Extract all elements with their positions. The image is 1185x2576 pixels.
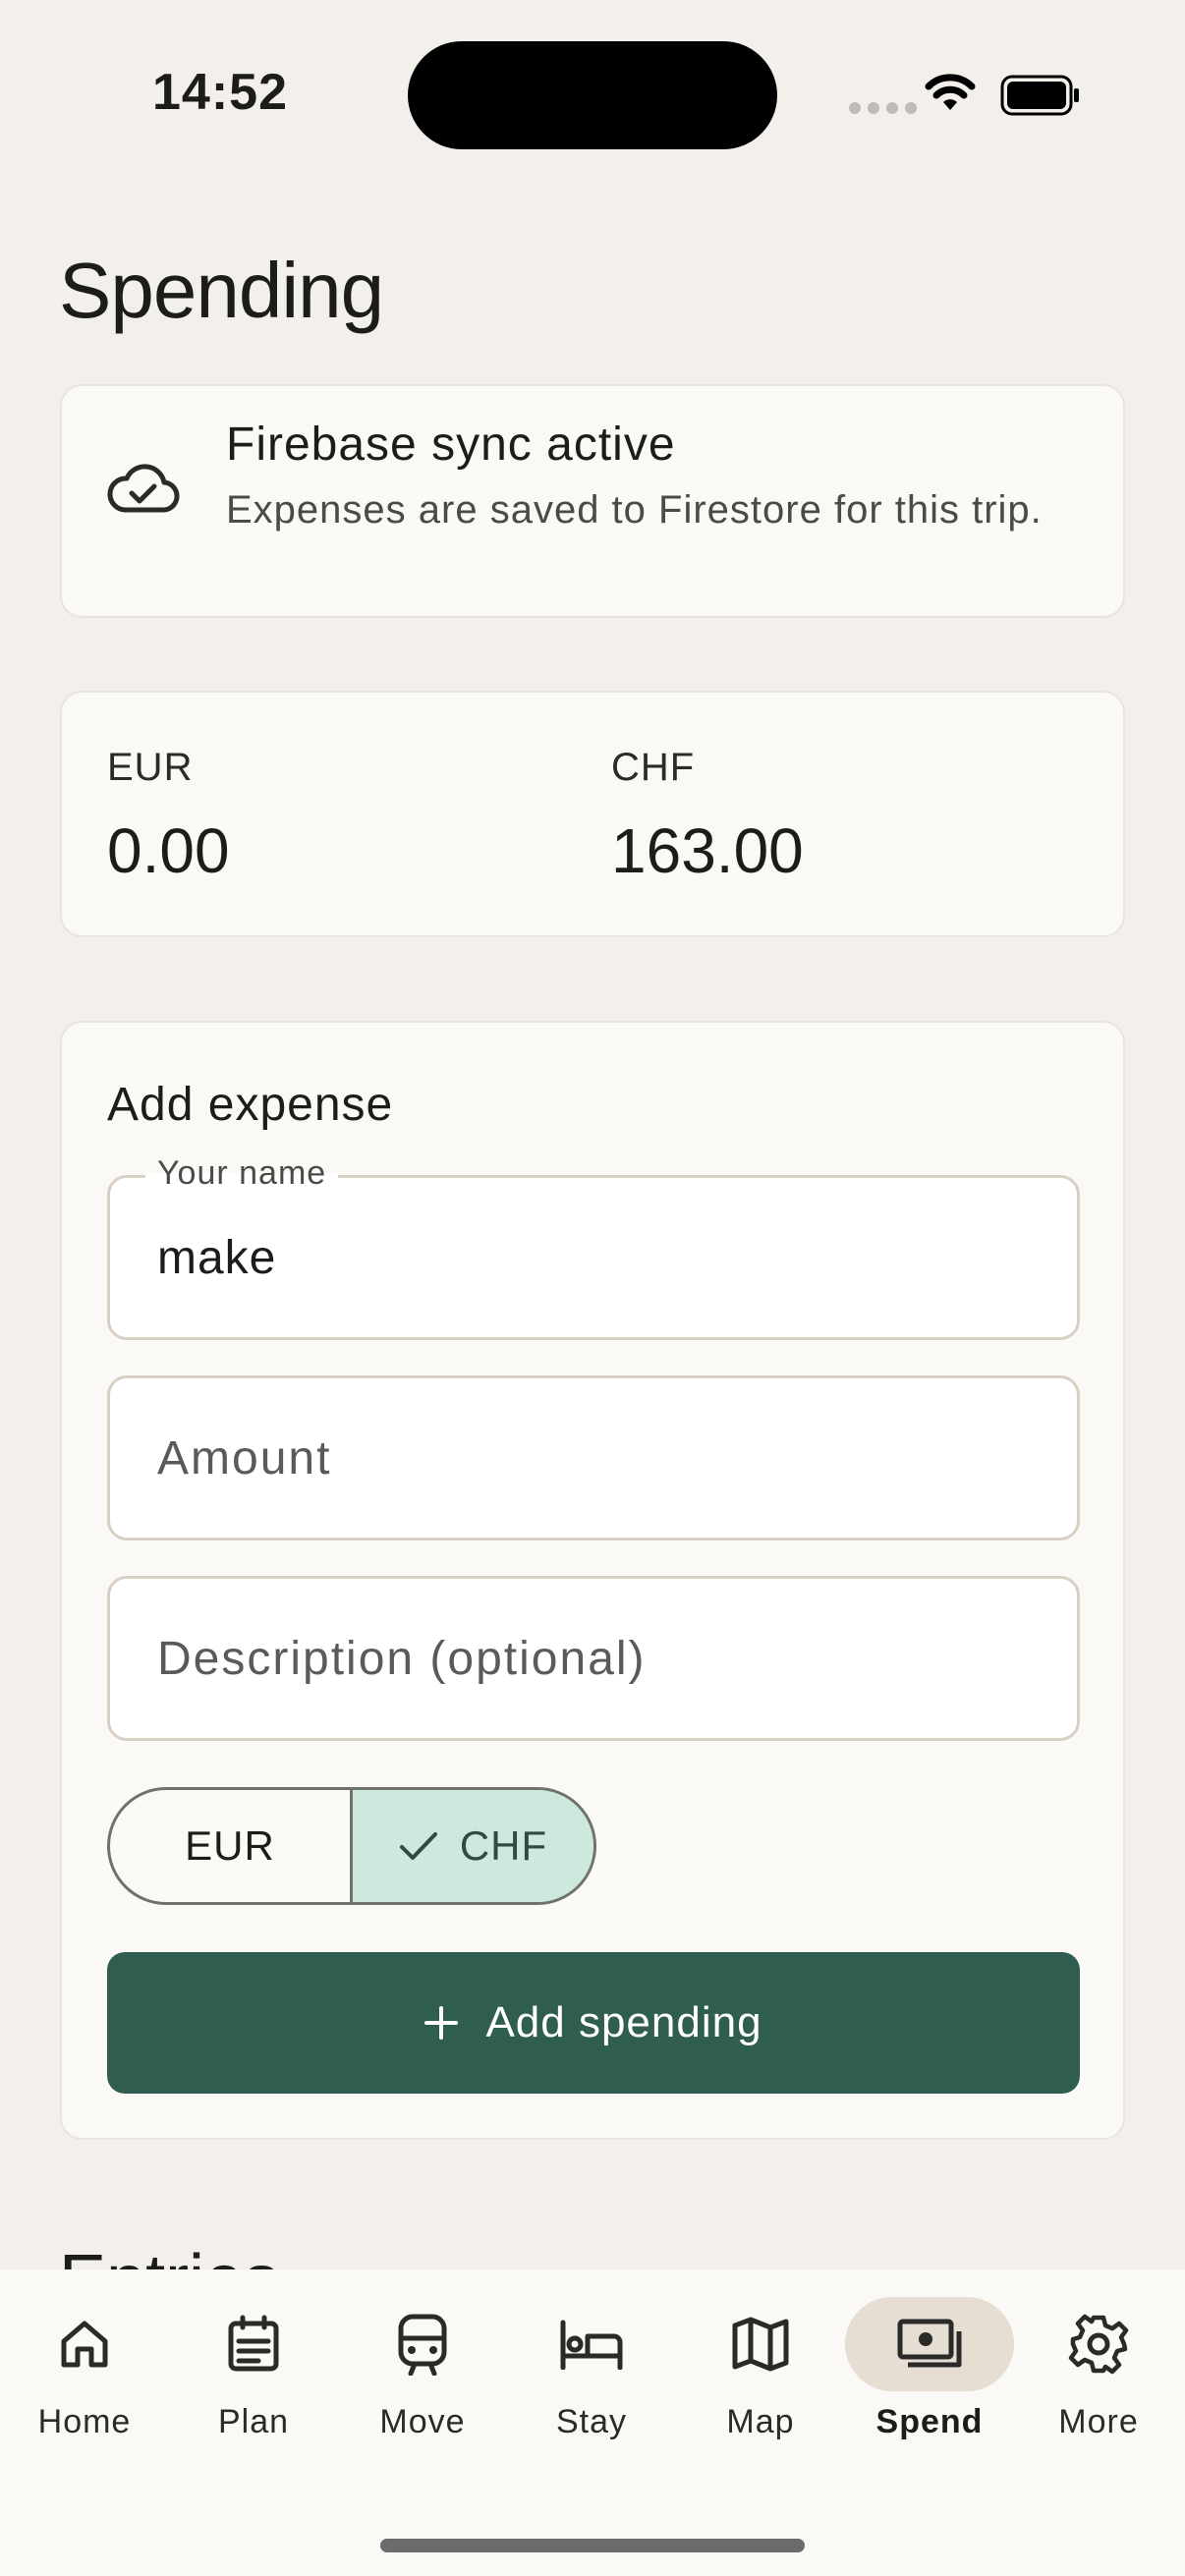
gear-icon — [1068, 2314, 1129, 2375]
sync-status-card: Firebase sync active Expenses are saved … — [60, 384, 1125, 618]
train-icon — [398, 2314, 447, 2376]
wifi-icon — [925, 74, 976, 110]
tab-home[interactable]: Home — [0, 2297, 169, 2454]
currency-option-chf[interactable]: CHF — [353, 1790, 593, 1902]
tab-plan[interactable]: Plan — [169, 2297, 338, 2454]
check-icon — [399, 1832, 437, 1860]
tab-more-label: More — [1058, 2403, 1139, 2440]
add-spending-button[interactable]: Add spending — [107, 1952, 1080, 2094]
description-field[interactable]: Description (optional) — [107, 1576, 1080, 1741]
dynamic-island — [408, 41, 777, 149]
tab-spend-label: Spend — [875, 2403, 984, 2440]
add-spending-label: Add spending — [485, 1998, 762, 2046]
form-title: Add expense — [107, 1079, 394, 1131]
money-icon — [897, 2319, 962, 2368]
tab-spend[interactable]: Spend — [845, 2297, 1014, 2454]
battery-icon — [1000, 75, 1079, 116]
tab-stay[interactable]: Stay — [507, 2297, 676, 2454]
plan-icon — [228, 2315, 279, 2372]
currency-option-eur-label: EUR — [185, 1822, 275, 1869]
tab-home-label: Home — [37, 2403, 132, 2440]
tab-move[interactable]: Move — [338, 2297, 507, 2454]
currency-selector: EUR CHF — [107, 1787, 596, 1905]
signal-icon — [849, 102, 917, 114]
home-icon — [61, 2321, 108, 2368]
status-time: 14:52 — [152, 64, 288, 121]
tab-map[interactable]: Map — [676, 2297, 845, 2454]
tab-plan-label: Plan — [217, 2403, 290, 2440]
tab-more[interactable]: More — [1014, 2297, 1183, 2454]
name-field-value: make — [157, 1232, 277, 1284]
sync-description: Expenses are saved to Firestore for this… — [226, 488, 1043, 532]
tab-stay-label: Stay — [555, 2403, 628, 2440]
cloud-check-icon — [107, 464, 180, 513]
currency-option-eur[interactable]: EUR — [110, 1790, 353, 1902]
amount-placeholder: Amount — [157, 1432, 332, 1484]
amount-field[interactable]: Amount — [107, 1375, 1080, 1540]
total-eur-label: EUR — [107, 746, 194, 789]
description-placeholder: Description (optional) — [157, 1633, 647, 1685]
page-title: Spending — [59, 247, 384, 334]
tab-move-label: Move — [379, 2403, 466, 2440]
bottom-tab-bar: Home Plan Move Stay Map Spend More — [0, 2269, 1185, 2576]
totals-card: EUR 0.00 CHF 163.00 — [60, 691, 1125, 937]
total-chf-label: CHF — [611, 746, 696, 789]
home-indicator[interactable] — [380, 2539, 805, 2552]
currency-option-chf-label: CHF — [459, 1822, 548, 1869]
status-bar: 14:52 — [0, 0, 1185, 187]
name-field[interactable]: Your name make — [107, 1154, 1080, 1340]
sync-title: Firebase sync active — [226, 419, 676, 471]
bed-icon — [560, 2320, 623, 2370]
plus-icon — [424, 2006, 459, 2040]
total-chf-value: 163.00 — [611, 815, 804, 886]
total-eur-value: 0.00 — [107, 815, 230, 886]
name-field-label: Your name — [145, 1154, 339, 1193]
map-icon — [732, 2317, 789, 2372]
add-expense-card: Add expense Your name make Amount Descri… — [60, 1021, 1125, 2140]
tab-map-label: Map — [726, 2403, 795, 2440]
